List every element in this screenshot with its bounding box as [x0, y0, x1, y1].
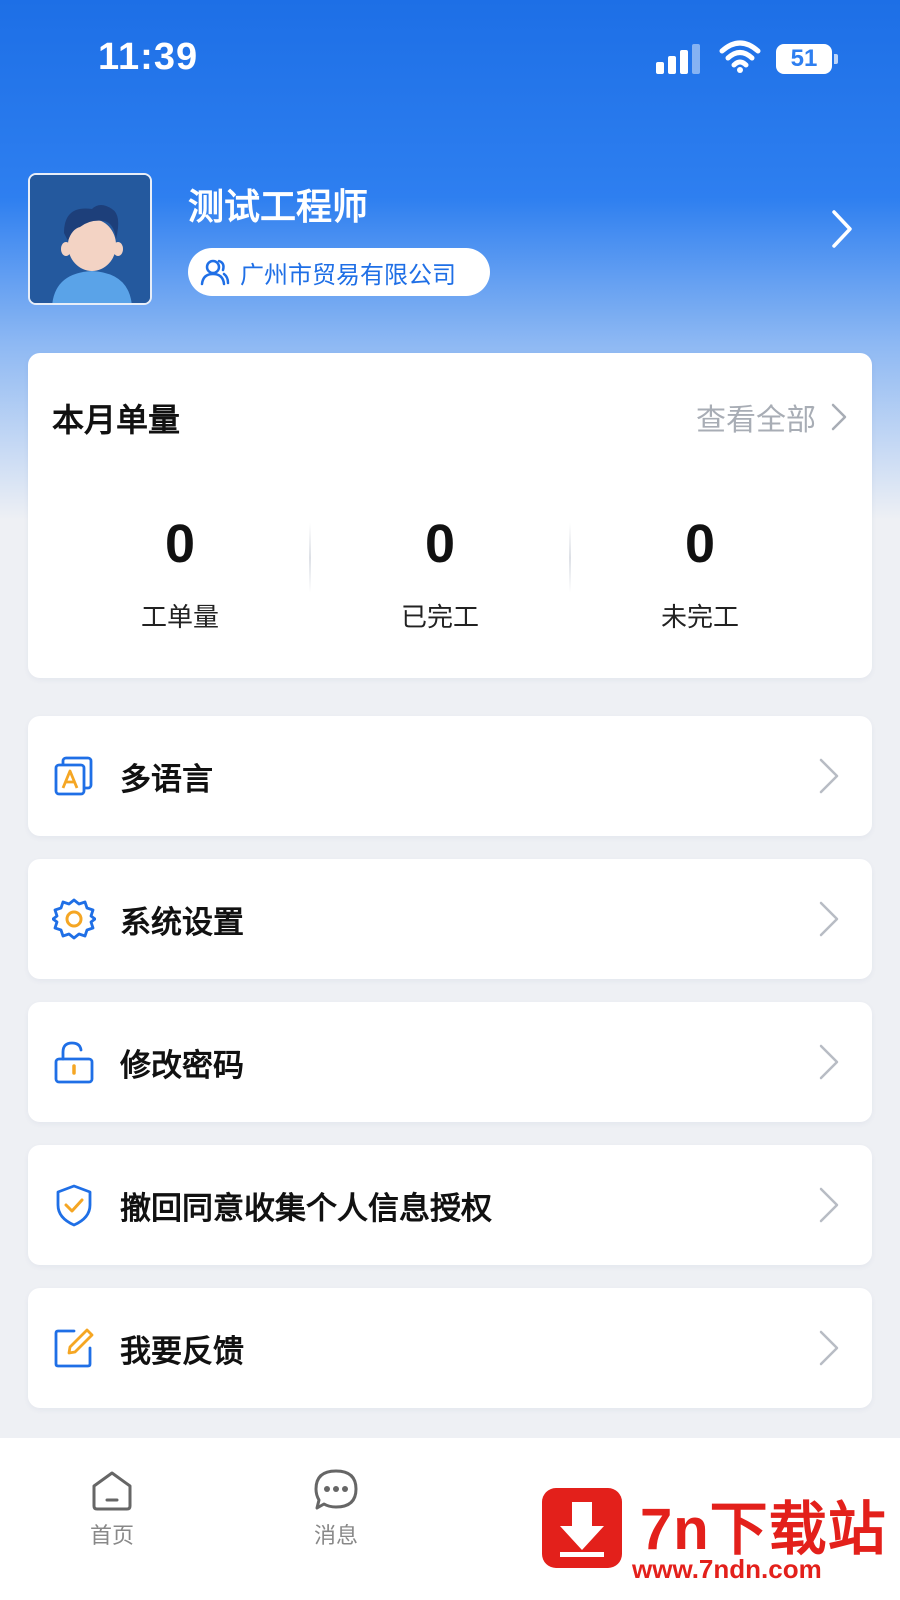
menu-item-label: 多语言: [120, 762, 213, 798]
stat-divider: [569, 523, 571, 593]
tab-home[interactable]: 首页: [62, 1468, 162, 1550]
stat-completed[interactable]: 0 已完工: [340, 513, 540, 634]
stat-label: 未完工: [660, 603, 739, 633]
status-bar: 11:39 51: [0, 0, 900, 120]
chevron-right-icon: [819, 1187, 839, 1223]
company-name: 广州市贸易有限公司: [240, 260, 456, 289]
menu-item-label: 修改密码: [120, 1048, 244, 1084]
edit-feedback-icon: [54, 1328, 94, 1368]
tab-messages[interactable]: 消息: [286, 1468, 386, 1550]
user-name: 测试工程师: [188, 187, 369, 228]
stat-value: 0: [684, 514, 716, 574]
avatar[interactable]: [28, 173, 152, 305]
home-icon: [92, 1471, 132, 1511]
stat-label: 已完工: [400, 603, 479, 633]
menu-item-revoke-consent[interactable]: 撤回同意收集个人信息授权: [28, 1145, 872, 1265]
watermark-url: www.7ndn.com: [632, 1554, 822, 1584]
user-avatar-icon: [30, 175, 150, 303]
battery-level: 51: [790, 45, 818, 72]
view-all-link[interactable]: 查看全部: [696, 395, 848, 439]
card-title: 本月单量: [52, 401, 181, 439]
menu-item-label: 我要反馈: [120, 1334, 244, 1370]
stat-value: 0: [424, 514, 456, 574]
download-arrow-icon: [542, 1488, 622, 1568]
language-icon: [54, 756, 93, 796]
menu-item-change-password[interactable]: 修改密码: [28, 1002, 872, 1122]
tab-label: 首页: [89, 1524, 134, 1549]
chevron-right-icon: [819, 1044, 839, 1080]
stat-value: 0: [164, 514, 196, 574]
menu-item-label: 系统设置: [120, 905, 244, 941]
stat-divider: [309, 523, 311, 593]
menu-item-system-settings[interactable]: 系统设置: [28, 859, 872, 979]
stat-label: 工单量: [140, 603, 219, 633]
chevron-right-icon: [819, 1330, 839, 1366]
menu-item-label: 撤回同意收集个人信息授权: [120, 1191, 492, 1227]
stat-total-orders[interactable]: 0 工单量: [80, 513, 280, 634]
battery-indicator: 51: [776, 44, 838, 74]
tab-label: 消息: [313, 1524, 358, 1549]
status-time: 11:39: [98, 36, 199, 78]
settings-gear-icon: [52, 898, 96, 940]
chevron-right-icon: [819, 901, 839, 937]
message-icon: [314, 1469, 358, 1510]
view-all-label: 查看全部: [696, 403, 816, 438]
shield-check-icon: [56, 1184, 92, 1227]
wifi-icon: [719, 40, 761, 73]
stat-uncompleted[interactable]: 0 未完工: [600, 513, 800, 634]
company-badge: 广州市贸易有限公司: [188, 248, 490, 296]
profile-chevron-icon[interactable]: [830, 208, 854, 250]
monthly-orders-card: 本月单量 查看全部 0 工单量 0 已完工 0 未完工: [28, 353, 872, 678]
menu-item-language[interactable]: 多语言: [28, 716, 872, 836]
unlock-icon: [54, 1041, 94, 1084]
site-watermark: 7n下载站 www.7ndn.com: [530, 1478, 890, 1598]
cellular-signal-icon: [656, 42, 700, 74]
chevron-right-icon: [819, 758, 839, 794]
chevron-right-icon: [831, 403, 847, 431]
menu-item-feedback[interactable]: 我要反馈: [28, 1288, 872, 1408]
team-icon: [200, 259, 230, 286]
